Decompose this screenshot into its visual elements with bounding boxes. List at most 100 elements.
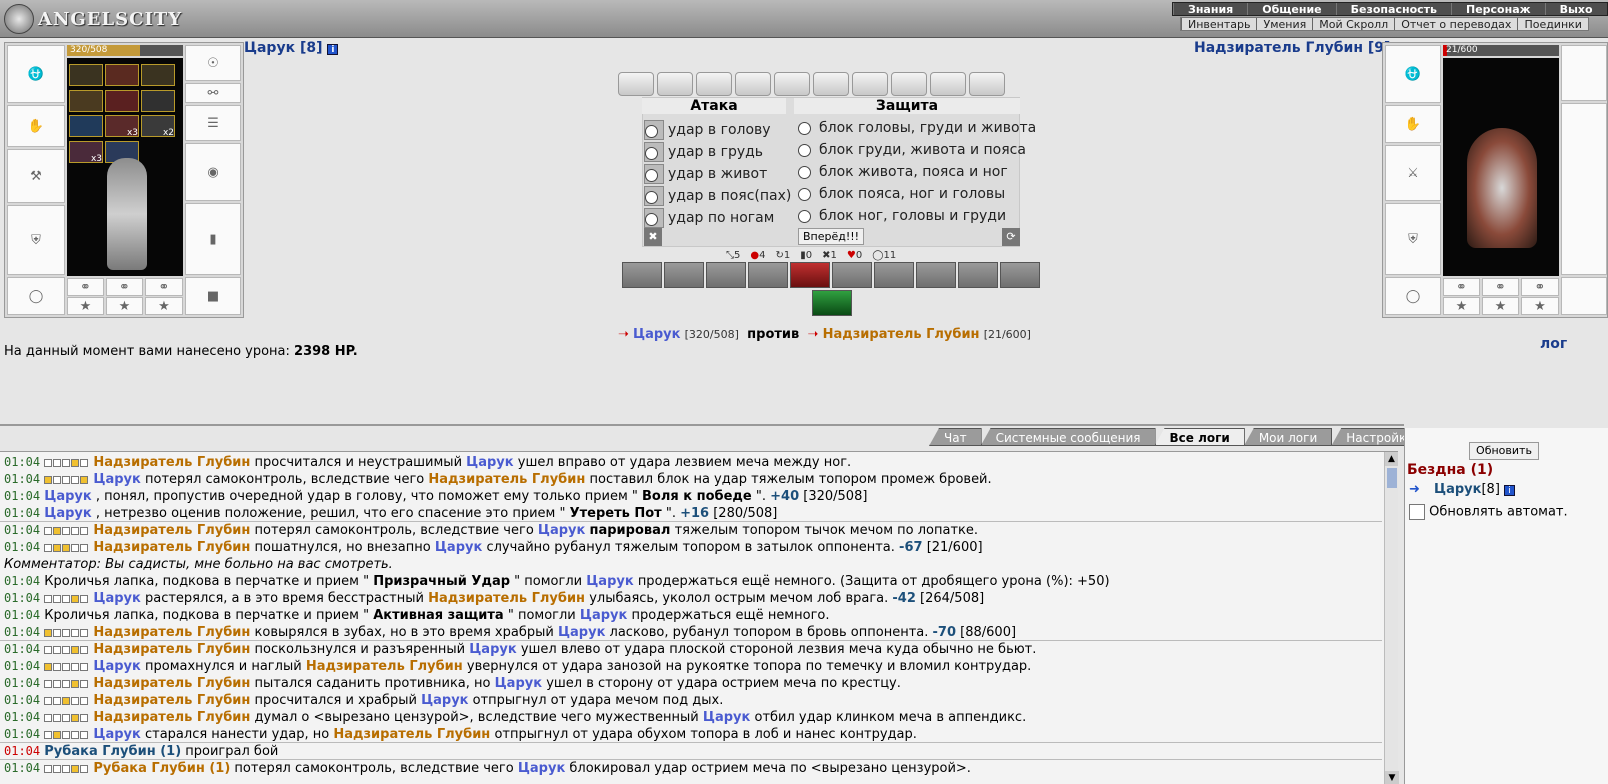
info-icon[interactable]: i — [1504, 485, 1516, 496]
amulet-slot[interactable]: ☉ — [185, 45, 241, 81]
block-option-5[interactable]: блок ног, головы и груди — [798, 208, 1006, 224]
player-name-link[interactable]: Царук — [435, 540, 482, 555]
technique-slot-active[interactable] — [812, 290, 852, 316]
menu-character[interactable]: Персонаж — [1451, 3, 1545, 16]
submenu-fights[interactable]: Поединки — [1517, 18, 1588, 31]
scroll-slot[interactable] — [735, 72, 771, 96]
buff-icon[interactable] — [141, 64, 175, 86]
armor-slot[interactable]: ⛨ — [1385, 203, 1441, 275]
attack-option-chest[interactable]: удар в грудь — [644, 142, 763, 162]
tab-all-logs[interactable]: Все логи — [1154, 428, 1245, 446]
boots-slot[interactable] — [1561, 277, 1607, 315]
enemy-log-link[interactable]: лог — [1540, 336, 1567, 352]
player-name-link[interactable]: Царук — [93, 727, 140, 742]
player-name-link[interactable]: Царук — [495, 676, 542, 691]
gloves-slot[interactable]: ✋ — [7, 105, 65, 147]
auto-refresh[interactable]: Обновлять автомат. — [1409, 504, 1568, 520]
radio-button[interactable] — [644, 142, 664, 162]
block-option-4[interactable]: блок пояса, ног и головы — [798, 186, 1005, 202]
scroll-slot[interactable] — [852, 72, 888, 96]
radio-button[interactable] — [798, 165, 811, 179]
menu-knowledge[interactable]: Знания — [1173, 3, 1247, 16]
legs-slot[interactable]: ▮ — [185, 203, 241, 275]
enemy-name-link[interactable]: Надзиратель Глубин — [93, 540, 250, 555]
technique-slot[interactable] — [958, 262, 998, 288]
submenu-inventory[interactable]: Инвентарь — [1181, 18, 1256, 31]
player-name-link[interactable]: Царук — [558, 625, 605, 640]
log-scrollbar[interactable]: ▲ ▼ — [1384, 452, 1399, 784]
armor-slot[interactable]: ⛨ — [7, 205, 65, 275]
technique-slot[interactable] — [790, 262, 830, 288]
technique-slot[interactable] — [706, 262, 746, 288]
enemy-name-link[interactable]: Надзиратель Глубин — [333, 727, 490, 742]
player-name-link[interactable]: Царук — [93, 472, 140, 487]
enemy-name-link[interactable]: Надзиратель Глубин — [93, 710, 250, 725]
ring-slot[interactable]: ⚭ — [106, 278, 143, 296]
ring-slot[interactable]: ⚭ — [67, 278, 104, 296]
buff-icon[interactable] — [105, 64, 139, 86]
enemy-name[interactable]: Надзиратель Глубин [9] i — [1194, 40, 1407, 56]
radio-button[interactable] — [798, 121, 811, 135]
enemy-name-link[interactable]: Надзиратель Глубин — [93, 455, 250, 470]
radio-button[interactable] — [798, 209, 811, 223]
enemy-name-link[interactable]: Надзиратель Глубин — [93, 642, 250, 657]
bracer-slot[interactable]: ☰ — [185, 105, 241, 141]
scroll-thumb[interactable] — [1387, 468, 1397, 488]
shield-slot[interactable]: ◉ — [185, 143, 241, 201]
buff-icon[interactable]: x2 — [141, 115, 175, 138]
scroll-slot[interactable] — [696, 72, 732, 96]
attack-option-groin[interactable]: удар в пояс(пах) — [644, 186, 791, 206]
buff-icon[interactable] — [141, 89, 175, 112]
attack-option-legs[interactable]: удар по ногам — [644, 208, 774, 228]
attack-option-belly[interactable]: удар в живот — [644, 164, 767, 184]
submenu-transfers[interactable]: Отчет о переводах — [1394, 18, 1517, 31]
player-name-link[interactable]: Царук — [93, 591, 140, 606]
radio-button[interactable] — [644, 120, 664, 140]
player-name-link[interactable]: Царук — [538, 523, 585, 538]
buff-icon[interactable] — [69, 89, 103, 112]
enemy-name-link[interactable]: Надзиратель Глубин — [93, 625, 250, 640]
buff-icon[interactable] — [69, 64, 103, 86]
scroll-up-icon[interactable]: ▲ — [1385, 452, 1398, 466]
scroll-slot[interactable] — [930, 72, 966, 96]
ring-slot[interactable]: ⚭ — [1443, 278, 1480, 296]
tab-system[interactable]: Системные сообщения — [980, 428, 1156, 446]
reset-defense-icon[interactable]: ⟳ — [1002, 228, 1020, 246]
weapon-slot[interactable]: ⚔ — [1385, 145, 1441, 201]
rune-slot[interactable]: ★ — [145, 297, 183, 315]
radio-button[interactable] — [644, 208, 664, 228]
enemy-name-link[interactable]: Надзиратель Глубин — [93, 676, 250, 691]
technique-slot[interactable] — [748, 262, 788, 288]
menu-exit[interactable]: Выхо — [1544, 3, 1607, 16]
scroll-down-icon[interactable]: ▼ — [1385, 771, 1399, 784]
radio-button[interactable] — [644, 186, 664, 206]
player-name-link[interactable]: Царук — [586, 574, 633, 589]
menu-security[interactable]: Безопасность — [1335, 3, 1451, 16]
technique-slot[interactable] — [622, 262, 662, 288]
reset-attack-icon[interactable]: ✖ — [644, 228, 662, 246]
enemy-name-link[interactable]: Надзиратель Глубин — [93, 523, 250, 538]
belt-slot[interactable]: ◯ — [1385, 277, 1441, 315]
block-option-2[interactable]: блок груди, живота и пояса — [798, 142, 1026, 158]
rune-slot[interactable]: ★ — [67, 297, 104, 315]
scroll-slot[interactable] — [813, 72, 849, 96]
radio-button[interactable] — [798, 187, 811, 201]
player-name-link[interactable]: Царук — [466, 455, 513, 470]
refresh-button[interactable]: Обновить — [1469, 442, 1539, 460]
info-icon[interactable]: i — [327, 44, 339, 55]
rune-slot[interactable]: ★ — [1521, 297, 1559, 315]
scroll-slot[interactable] — [657, 72, 693, 96]
player-name-link[interactable]: Царук — [580, 608, 627, 623]
technique-slot[interactable] — [874, 262, 914, 288]
versus-enemy[interactable]: Надзиратель Глубин — [823, 327, 980, 342]
submenu-scroll[interactable]: Мой Скролл — [1312, 18, 1394, 31]
rune-slot[interactable]: ★ — [106, 297, 143, 315]
scroll-slot[interactable] — [891, 72, 927, 96]
scroll-slot[interactable] — [969, 72, 1005, 96]
ring-slot[interactable]: ⚭ — [1521, 278, 1559, 296]
technique-slot[interactable] — [832, 262, 872, 288]
radio-button[interactable] — [644, 164, 664, 184]
player-name-link[interactable]: Царук — [93, 659, 140, 674]
ring-slot[interactable]: ⚭ — [145, 278, 183, 296]
amulet-slot[interactable] — [1561, 45, 1607, 101]
